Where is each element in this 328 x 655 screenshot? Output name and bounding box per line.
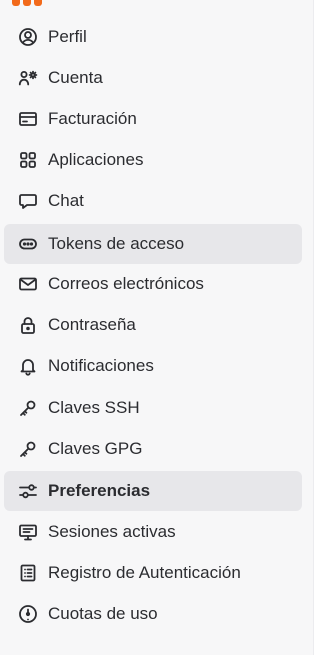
sidebar-item-notificaciones[interactable]: Notificaciones (4, 347, 302, 385)
lock-icon (18, 315, 38, 335)
user-circle-icon (18, 27, 38, 47)
sidebar-item-label: Correos electrónicos (48, 274, 204, 293)
sidebar-item-claves-gpg[interactable]: Claves GPG (4, 430, 302, 468)
bell-icon (18, 356, 38, 376)
sidebar-item-label: Cuotas de uso (48, 604, 158, 623)
sidebar-item-label: Notificaciones (48, 356, 154, 375)
logo (12, 0, 44, 6)
sidebar-item-label: Chat (48, 191, 84, 210)
sidebar-item-label: Facturación (48, 109, 137, 128)
sidebar-item-preferencias[interactable]: Preferencias (4, 471, 302, 511)
credit-card-icon (18, 109, 38, 129)
sidebar-item-sesiones-activas[interactable]: Sesiones activas (4, 513, 302, 551)
mail-icon (18, 274, 38, 294)
sidebar-item-label: Cuenta (48, 68, 103, 87)
sidebar-item-label: Aplicaciones (48, 150, 144, 169)
chat-bubble-icon (18, 191, 38, 211)
sidebar-item-label: Registro de Autenticación (48, 563, 241, 582)
monitor-icon (18, 522, 38, 542)
user-gear-icon (18, 68, 38, 88)
sidebar-item-chat[interactable]: Chat (4, 182, 302, 220)
sidebar-item-correos[interactable]: Correos electrónicos (4, 265, 302, 303)
sidebar-item-label: Contraseña (48, 315, 136, 334)
sidebar-item-cuenta[interactable]: Cuenta (4, 59, 302, 97)
sidebar-item-claves-ssh[interactable]: Claves SSH (4, 389, 302, 427)
sidebar-item-label: Sesiones activas (48, 522, 176, 541)
key-icon (18, 439, 38, 459)
token-icon (18, 234, 38, 254)
sidebar-item-contrasena[interactable]: Contraseña (4, 306, 302, 344)
sidebar-item-aplicaciones[interactable]: Aplicaciones (4, 141, 302, 179)
sidebar-item-facturacion[interactable]: Facturación (4, 100, 302, 138)
sidebar-item-registro-autenticacion[interactable]: Registro de Autenticación (4, 554, 302, 592)
sidebar-item-label: Perfil (48, 27, 87, 46)
sidebar-item-tokens-de-acceso[interactable]: Tokens de acceso (4, 224, 302, 264)
sidebar-item-label: Tokens de acceso (48, 234, 185, 253)
sidebar-item-cuotas-de-uso[interactable]: Cuotas de uso (4, 595, 302, 633)
sliders-icon (18, 481, 38, 501)
log-list-icon (18, 563, 38, 583)
sidebar-item-label: Preferencias (48, 481, 151, 500)
key-icon (18, 398, 38, 418)
sidebar-item-perfil[interactable]: Perfil (4, 18, 302, 56)
apps-grid-icon (18, 150, 38, 170)
sidebar-item-label: Claves GPG (48, 439, 143, 458)
settings-sidebar: Perfil Cuenta Facturación Aplicaciones C… (0, 0, 314, 655)
gauge-icon (18, 604, 38, 624)
sidebar-item-label: Claves SSH (48, 398, 140, 417)
